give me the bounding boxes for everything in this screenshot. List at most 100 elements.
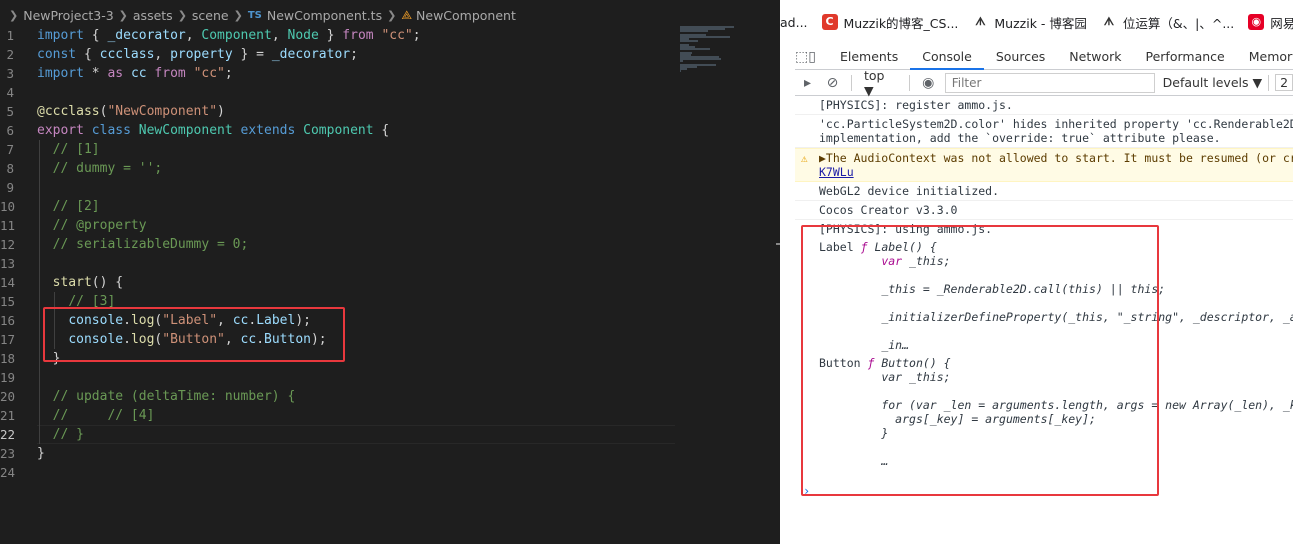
bookmark-label: ad... xyxy=(780,14,808,30)
code-text[interactable]: } xyxy=(37,444,45,463)
breadcrumb-scene[interactable]: scene xyxy=(192,8,229,23)
code-text[interactable]: import * as cc from "cc"; xyxy=(37,64,233,83)
code-line[interactable]: 14 start() { xyxy=(0,273,780,292)
code-line[interactable]: 12 // serializableDummy = 0; xyxy=(0,235,780,254)
code-token: { xyxy=(373,123,390,138)
code-text[interactable]: // [2] xyxy=(37,197,100,216)
console-message: 'cc.ParticleSystem2D.color' hides inheri… xyxy=(795,115,1293,148)
bookmark-item[interactable]: ◉ 网易云 xyxy=(1248,13,1293,32)
bookmark-item[interactable]: ad... xyxy=(780,15,808,30)
code-text[interactable]: @ccclass("NewComponent") xyxy=(37,102,225,121)
code-text[interactable]: // } xyxy=(37,425,84,444)
code-line[interactable]: 6 export class NewComponent extends Compo… xyxy=(0,121,780,140)
device-toolbar-icon[interactable]: ▯ xyxy=(808,49,816,65)
tab-sources[interactable]: Sources xyxy=(984,44,1057,70)
code-editor[interactable]: ❯ NewProject3-3 ❯ assets ❯ scene ❯ TS Ne… xyxy=(0,0,780,544)
tab-elements[interactable]: Elements xyxy=(828,44,910,70)
bookmark-item[interactable]: ᗑ 位运算（&、|、^... xyxy=(1100,13,1234,32)
issues-count-badge[interactable]: 2 xyxy=(1275,74,1293,91)
line-number: 1 xyxy=(6,28,14,43)
bookmark-item[interactable]: ᗑ Muzzik - 博客园 xyxy=(972,13,1087,32)
code-line[interactable]: 23} xyxy=(0,444,780,463)
bookmark-item[interactable]: C Muzzik的博客_CS... xyxy=(821,13,958,32)
typescript-file-icon: TS xyxy=(247,9,262,21)
breadcrumb-assets[interactable]: assets xyxy=(133,8,173,23)
code-line[interactable]: 10 // [2] xyxy=(0,197,780,216)
context-select[interactable]: top ▼ xyxy=(864,68,897,98)
line-number: 9 xyxy=(6,180,14,195)
tab-performance[interactable]: Performance xyxy=(1134,44,1237,70)
code-line[interactable]: 24 xyxy=(0,463,780,482)
line-number: 14 xyxy=(0,275,16,290)
code-line[interactable]: 11 // @property xyxy=(0,216,780,235)
minimap-line xyxy=(680,48,710,50)
code-line[interactable]: 21 // // [4] xyxy=(0,406,780,425)
code-text[interactable]: export class NewComponent extends Compon… xyxy=(37,121,389,140)
code-token: _decorator xyxy=(271,47,351,62)
tab-memory[interactable]: Memory xyxy=(1237,44,1293,70)
code-text[interactable]: start() { xyxy=(37,273,123,292)
highlight-box-console xyxy=(801,225,1159,496)
sidebar-toggle-icon[interactable]: ▸ xyxy=(795,75,820,91)
minimap-line xyxy=(680,58,721,60)
code-token: } xyxy=(318,28,343,43)
tab-network[interactable]: Network xyxy=(1057,44,1133,70)
code-line[interactable]: 20 // update (deltaTime: number) { xyxy=(0,387,780,406)
minimap-line xyxy=(680,30,708,32)
code-line[interactable]: 13 xyxy=(0,254,780,273)
code-area[interactable]: 1 import { _decorator, Component, Node } … xyxy=(0,26,780,482)
code-token: ccclass xyxy=(99,47,155,62)
code-text[interactable]: import { _decorator, Component, Node } f… xyxy=(37,26,421,45)
code-line[interactable]: 1 import { _decorator, Component, Node } … xyxy=(0,26,780,45)
code-line[interactable]: 22 // } xyxy=(0,425,780,444)
minimap[interactable] xyxy=(680,26,770,76)
code-token: _decorator xyxy=(107,28,186,43)
line-number: 13 xyxy=(0,256,16,271)
code-token: } xyxy=(37,446,45,461)
breadcrumb-file[interactable]: NewComponent.ts xyxy=(267,8,382,23)
code-token: class xyxy=(91,123,131,138)
screen: ❯ NewProject3-3 ❯ assets ❯ scene ❯ TS Ne… xyxy=(0,0,1293,544)
code-token: @ccclass xyxy=(37,104,100,119)
clear-console-icon[interactable]: ⊘ xyxy=(820,75,845,91)
code-line[interactable]: 8 // dummy = ''; xyxy=(0,159,780,178)
code-line[interactable]: 7 // [1] xyxy=(0,140,780,159)
source-link[interactable]: K7WLu xyxy=(819,165,854,179)
code-text[interactable]: // // [4] xyxy=(37,406,155,425)
code-text[interactable]: const { ccclass, property } = _decorator… xyxy=(37,45,358,64)
inspect-element-icon[interactable]: ⬚ xyxy=(795,49,808,65)
code-line[interactable]: 5 @ccclass("NewComponent") xyxy=(0,102,780,121)
log-levels-select[interactable]: Default levels ▼ xyxy=(1163,75,1262,90)
code-text[interactable]: // update (deltaTime: number) { xyxy=(37,387,296,406)
code-line[interactable]: 4 xyxy=(0,83,780,102)
tab-console[interactable]: Console xyxy=(910,44,984,70)
line-number: 7 xyxy=(6,142,14,157)
code-token: , xyxy=(154,47,171,62)
line-number: 17 xyxy=(0,332,16,347)
breadcrumb-symbol[interactable]: NewComponent xyxy=(416,8,516,23)
filter-input[interactable] xyxy=(944,72,1155,93)
code-token: * xyxy=(83,66,108,81)
code-text[interactable]: // [1] xyxy=(37,140,100,159)
code-line[interactable]: 9 xyxy=(0,178,780,197)
breadcrumb-project[interactable]: NewProject3-3 xyxy=(23,8,113,23)
code-text[interactable]: // serializableDummy = 0; xyxy=(37,235,249,254)
code-token: { xyxy=(76,47,100,62)
line-number: 8 xyxy=(6,161,14,176)
line-number: 24 xyxy=(0,465,16,480)
line-number: 11 xyxy=(0,218,16,233)
code-line[interactable]: 19 xyxy=(0,368,780,387)
minimap-line xyxy=(680,60,684,62)
code-text[interactable]: // @property xyxy=(37,216,147,235)
code-line[interactable]: 3 import * as cc from "cc"; xyxy=(0,64,780,83)
bookmark-icon: ᗑ xyxy=(972,14,989,30)
eye-icon[interactable]: ◉ xyxy=(916,75,941,91)
code-token: from xyxy=(342,28,374,43)
code-token: () { xyxy=(91,275,124,290)
code-line[interactable]: 2 const { ccclass, property } = _decorato… xyxy=(0,45,780,64)
code-text[interactable]: // dummy = ''; xyxy=(37,159,163,178)
code-token: extends xyxy=(240,123,296,138)
